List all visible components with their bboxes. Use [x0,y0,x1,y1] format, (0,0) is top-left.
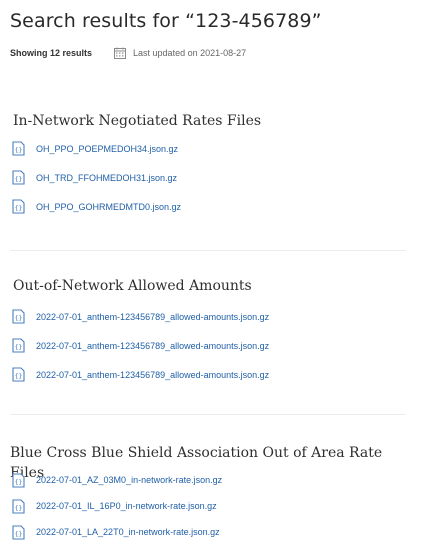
file-list: {} OH_PPO_POEPMEDOH34.json.gz {} OH_TRD_… [10,134,410,221]
file-link[interactable]: 2022-07-01_LA_22T0_in-network-rate.json.… [36,527,220,537]
json-file-icon: {} [12,170,25,185]
file-list: {} 2022-07-01_anthem-123456789_allowed-a… [10,302,410,389]
svg-text:{}: {} [15,478,23,486]
file-link[interactable]: 2022-07-01_AZ_03M0_in-network-rate.json.… [36,475,222,485]
json-file-icon: {} [12,524,25,540]
file-link[interactable]: OH_PPO_GOHRMEDMTD0.json.gz [36,202,181,212]
file-link[interactable]: OH_PPO_POEPMEDOH34.json.gz [36,144,178,154]
section-title: In-Network Negotiated Rates Files [13,113,262,129]
file-item[interactable]: {} 2022-07-01_anthem-123456789_allowed-a… [10,360,410,389]
json-file-icon: {} [12,367,25,382]
svg-text:{}: {} [15,146,23,154]
section-divider [10,414,406,415]
section-divider [10,250,406,251]
page-title: Search results for “123-456789” [10,10,322,32]
json-file-icon: {} [12,141,25,156]
file-item[interactable]: {} 2022-07-01_LA_22T0_in-network-rate.js… [10,519,410,545]
calendar-icon [114,47,127,59]
svg-text:{}: {} [15,504,23,512]
file-item[interactable]: {} OH_PPO_GOHRMEDMTD0.json.gz [10,192,410,221]
json-file-icon: {} [12,472,25,488]
svg-text:{}: {} [15,530,23,538]
section-title: Out-of-Network Allowed Amounts [13,278,252,294]
svg-text:{}: {} [15,372,23,380]
svg-text:{}: {} [15,175,23,183]
results-count: Showing 12 results [10,48,93,58]
file-item[interactable]: {} 2022-07-01_IL_16P0_in-network-rate.js… [10,493,410,519]
file-item[interactable]: {} 2022-07-01_anthem-123456789_allowed-a… [10,331,410,360]
file-item[interactable]: {} OH_TRD_FFOHMEDOH31.json.gz [10,163,410,192]
svg-text:{}: {} [15,314,23,322]
file-link[interactable]: 2022-07-01_anthem-123456789_allowed-amou… [36,341,269,351]
json-file-icon: {} [12,338,25,353]
file-link[interactable]: 2022-07-01_anthem-123456789_allowed-amou… [36,312,269,322]
file-item[interactable]: {} 2022-07-01_anthem-123456789_allowed-a… [10,302,410,331]
section-out-of-network: Out-of-Network Allowed Amounts {} 2022-0… [10,276,410,389]
json-file-icon: {} [12,498,25,514]
file-item[interactable]: {} OH_PPO_POEPMEDOH34.json.gz [10,134,410,163]
last-updated-text: Last updated on 2021-08-27 [133,48,247,58]
file-item[interactable]: {} 2022-07-01_AZ_03M0_in-network-rate.js… [10,467,410,493]
file-list: {} 2022-07-01_AZ_03M0_in-network-rate.js… [10,467,410,545]
section-title: Blue Cross Blue Shield Association Out o… [10,445,383,481]
file-link[interactable]: OH_TRD_FFOHMEDOH31.json.gz [36,173,177,183]
svg-text:{}: {} [15,343,23,351]
file-link[interactable]: 2022-07-01_IL_16P0_in-network-rate.json.… [36,501,217,511]
results-meta: Showing 12 results Last updated on 2021-… [10,44,423,62]
json-file-icon: {} [12,199,25,214]
section-in-network-rates: In-Network Negotiated Rates Files {} OH_… [10,111,410,221]
file-link[interactable]: 2022-07-01_anthem-123456789_allowed-amou… [36,370,269,380]
svg-text:{}: {} [15,204,23,212]
section-bcbsa-out-of-area: Blue Cross Blue Shield Association Out o… [10,443,410,545]
json-file-icon: {} [12,309,25,324]
